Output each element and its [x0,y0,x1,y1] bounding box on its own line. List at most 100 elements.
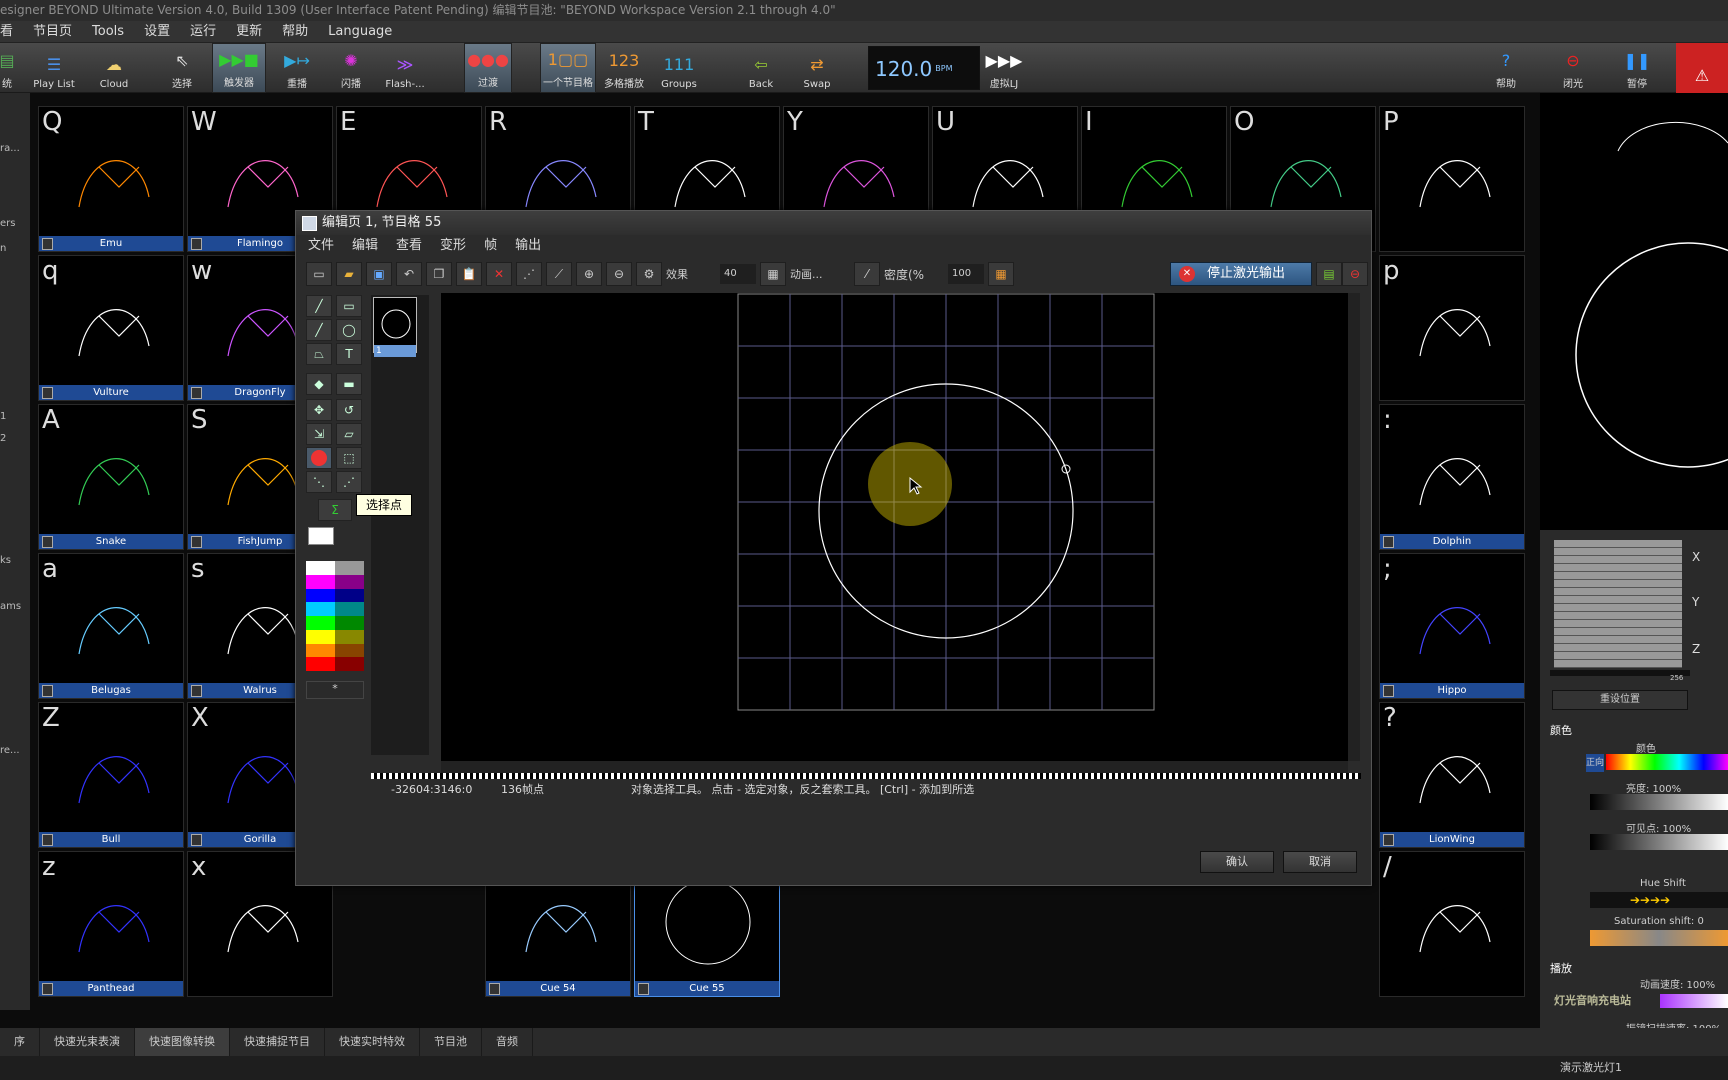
menu-settings[interactable]: 设置 [144,21,170,42]
tab-quick-image[interactable]: 快速图像转换 [135,1028,230,1056]
canvas-hscroll[interactable] [441,761,1348,773]
polygon-tool-icon[interactable]: ⏢ [306,343,332,365]
line-icon[interactable]: ⟋ [546,262,572,286]
cue-cell[interactable]: A Snake [38,404,184,550]
cue-cell[interactable]: Q Emu [38,106,184,252]
toolbar-groups-button[interactable]: 111 Groups [656,43,702,93]
copy-icon[interactable]: ❐ [426,262,452,286]
toolbar-system-button[interactable]: ▤ 统 [0,43,15,93]
toolbar-blackout-button[interactable]: ⊖ 闭光 [1556,43,1590,93]
position-pad[interactable] [1554,540,1682,668]
toolbar-cloud-button[interactable]: ☁ Cloud [92,43,136,93]
animation-icon[interactable]: ▦ [760,262,786,286]
dialog-menu-edit[interactable]: 编辑 [352,235,378,257]
toolbar-emergency-button[interactable]: ⚠ [1676,43,1728,93]
frame-thumbnail[interactable]: 1 [373,297,417,357]
delete-icon[interactable]: ✕ [486,262,512,286]
sigma-tool-icon[interactable]: Σ [318,499,352,521]
tab-cue-pool[interactable]: 节目池 [420,1028,482,1056]
fg-color-swatch[interactable] [308,527,334,545]
cue-cell[interactable]: / [1379,851,1525,997]
zoom-out-icon[interactable]: ⊖ [606,262,632,286]
stop-laser-output-button[interactable]: 停止激光输出 [1170,262,1312,286]
point-icon[interactable]: ⋰ [516,262,542,286]
cue-cell[interactable]: ? LionWing [1379,702,1525,848]
toolbar-back-button[interactable]: ⇦ Back [744,43,778,93]
anim-speed-slider[interactable] [1660,994,1728,1008]
pen-icon[interactable]: ⁄ [854,262,880,286]
visible-points-slider[interactable] [1590,834,1728,850]
gear-icon[interactable]: ⚙ [636,262,662,286]
toolbar-flash-button[interactable]: ✺ 闪播 [330,43,372,93]
scale-tool-icon[interactable]: ⇲ [306,423,332,445]
color-gradient-slider[interactable] [1606,754,1728,770]
menu-language[interactable]: Language [328,21,392,42]
tab-quick-capture[interactable]: 快速捕捉节目 [230,1028,325,1056]
rect-tool-icon[interactable]: ▭ [336,295,362,317]
density-spinner[interactable]: 100 [948,264,984,284]
saturation-slider[interactable] [1590,930,1728,946]
cancel-button[interactable]: 取消 [1283,851,1357,873]
cue-cell[interactable]: : Dolphin [1379,404,1525,550]
toolbar-multi-cue-button[interactable]: 123 多格播放 [600,43,648,93]
dialog-menu-output[interactable]: 输出 [515,235,541,257]
canvas-vscroll[interactable] [1348,293,1360,761]
cue-cell[interactable]: P [1379,106,1525,252]
undo-icon[interactable]: ↶ [396,262,422,286]
menu-view[interactable]: 看 [0,21,13,42]
dialog-menu-file[interactable]: 文件 [308,235,334,257]
toolbar-transition-button[interactable]: ●●● 过渡 [464,43,512,93]
toolbar-swap-button[interactable]: ⇄ Swap [800,43,834,93]
dialog-menu-transform[interactable]: 变形 [440,235,466,257]
tab-quick-fx[interactable]: 快速实时特效 [325,1028,420,1056]
folder-icon[interactable]: ▦ [988,262,1014,286]
animation-button[interactable]: 动画... [790,266,850,282]
menu-tools[interactable]: Tools [92,21,124,42]
fill-tool-icon[interactable]: ◆ [306,373,332,395]
node-tool-icon[interactable]: ⋱ [306,471,332,493]
close-red-icon[interactable]: ⊖ [1342,262,1368,286]
open-icon[interactable]: ▰ [336,262,362,286]
move-tool-icon[interactable]: ✥ [306,399,332,421]
tab-quick-beam[interactable]: 快速光束表演 [40,1028,135,1056]
toolbar-select-button[interactable]: ⇖ 选择 [160,43,204,93]
toolbar-flash2-button[interactable]: ≫ Flash-... [378,43,432,93]
ellipse-tool-icon[interactable]: ◯ [336,319,362,341]
save-icon[interactable]: ▣ [366,262,392,286]
toolbar-virtual-lj-button[interactable]: ▶▶▶ 虚拟LJ [980,43,1028,93]
direction-toggle[interactable]: 正向 [1586,754,1604,772]
hue-shift-slider[interactable]: ➔➔➔➔ [1590,892,1728,908]
timeline-bar[interactable] [371,773,1361,779]
line-tool-icon[interactable]: ╱ [306,295,332,317]
bpm-display[interactable]: 120.0 BPM [868,46,980,90]
text-tool-icon[interactable]: T [336,343,362,365]
toolbar-replay-button[interactable]: ▶↦ 重播 [272,43,322,93]
skew-tool-icon[interactable]: ▱ [336,423,362,445]
cue-cell[interactable]: Z Bull [38,702,184,848]
tab-audio[interactable]: 音频 [482,1028,533,1056]
drawing-canvas[interactable] [441,293,1348,761]
tab-seq[interactable]: 序 [0,1028,40,1056]
toolbar-help-button[interactable]: ? 帮助 [1490,43,1522,93]
dialog-menu-view[interactable]: 查看 [396,235,422,257]
playback-section-header[interactable]: 播放 [1550,960,1572,976]
rotate-tool-icon[interactable]: ↺ [336,399,362,421]
effect-spinner[interactable]: 40 [720,264,756,284]
toolbar-pause-button[interactable]: ❚❚ 暂停 [1620,43,1654,93]
node2-tool-icon[interactable]: ⋰ [336,471,362,493]
ok-button[interactable]: 确认 [1200,851,1274,873]
brush-tool-icon[interactable]: ▬ [336,373,362,395]
dialog-menu-frame[interactable]: 帧 [484,235,497,257]
cue-cell[interactable]: z Panthead [38,851,184,997]
add-color-button[interactable]: * [306,681,364,699]
toolbar-single-cue-button[interactable]: 1▢▢ 一个节目格 [540,43,596,93]
reset-position-button[interactable]: 重设位置 [1552,690,1688,710]
toolbar-trigger-button[interactable]: ▶▶■ 触发器 [212,43,266,93]
scroll-bar[interactable] [1550,670,1690,676]
color-section-header[interactable]: 颜色 [1550,722,1572,738]
cue-cell[interactable]: ; Hippo [1379,553,1525,699]
cue-cell[interactable]: q Vulture [38,255,184,401]
new-icon[interactable]: ▭ [306,262,332,286]
color-palette[interactable] [306,561,364,671]
pen-tool-icon[interactable]: ╱ [306,319,332,341]
